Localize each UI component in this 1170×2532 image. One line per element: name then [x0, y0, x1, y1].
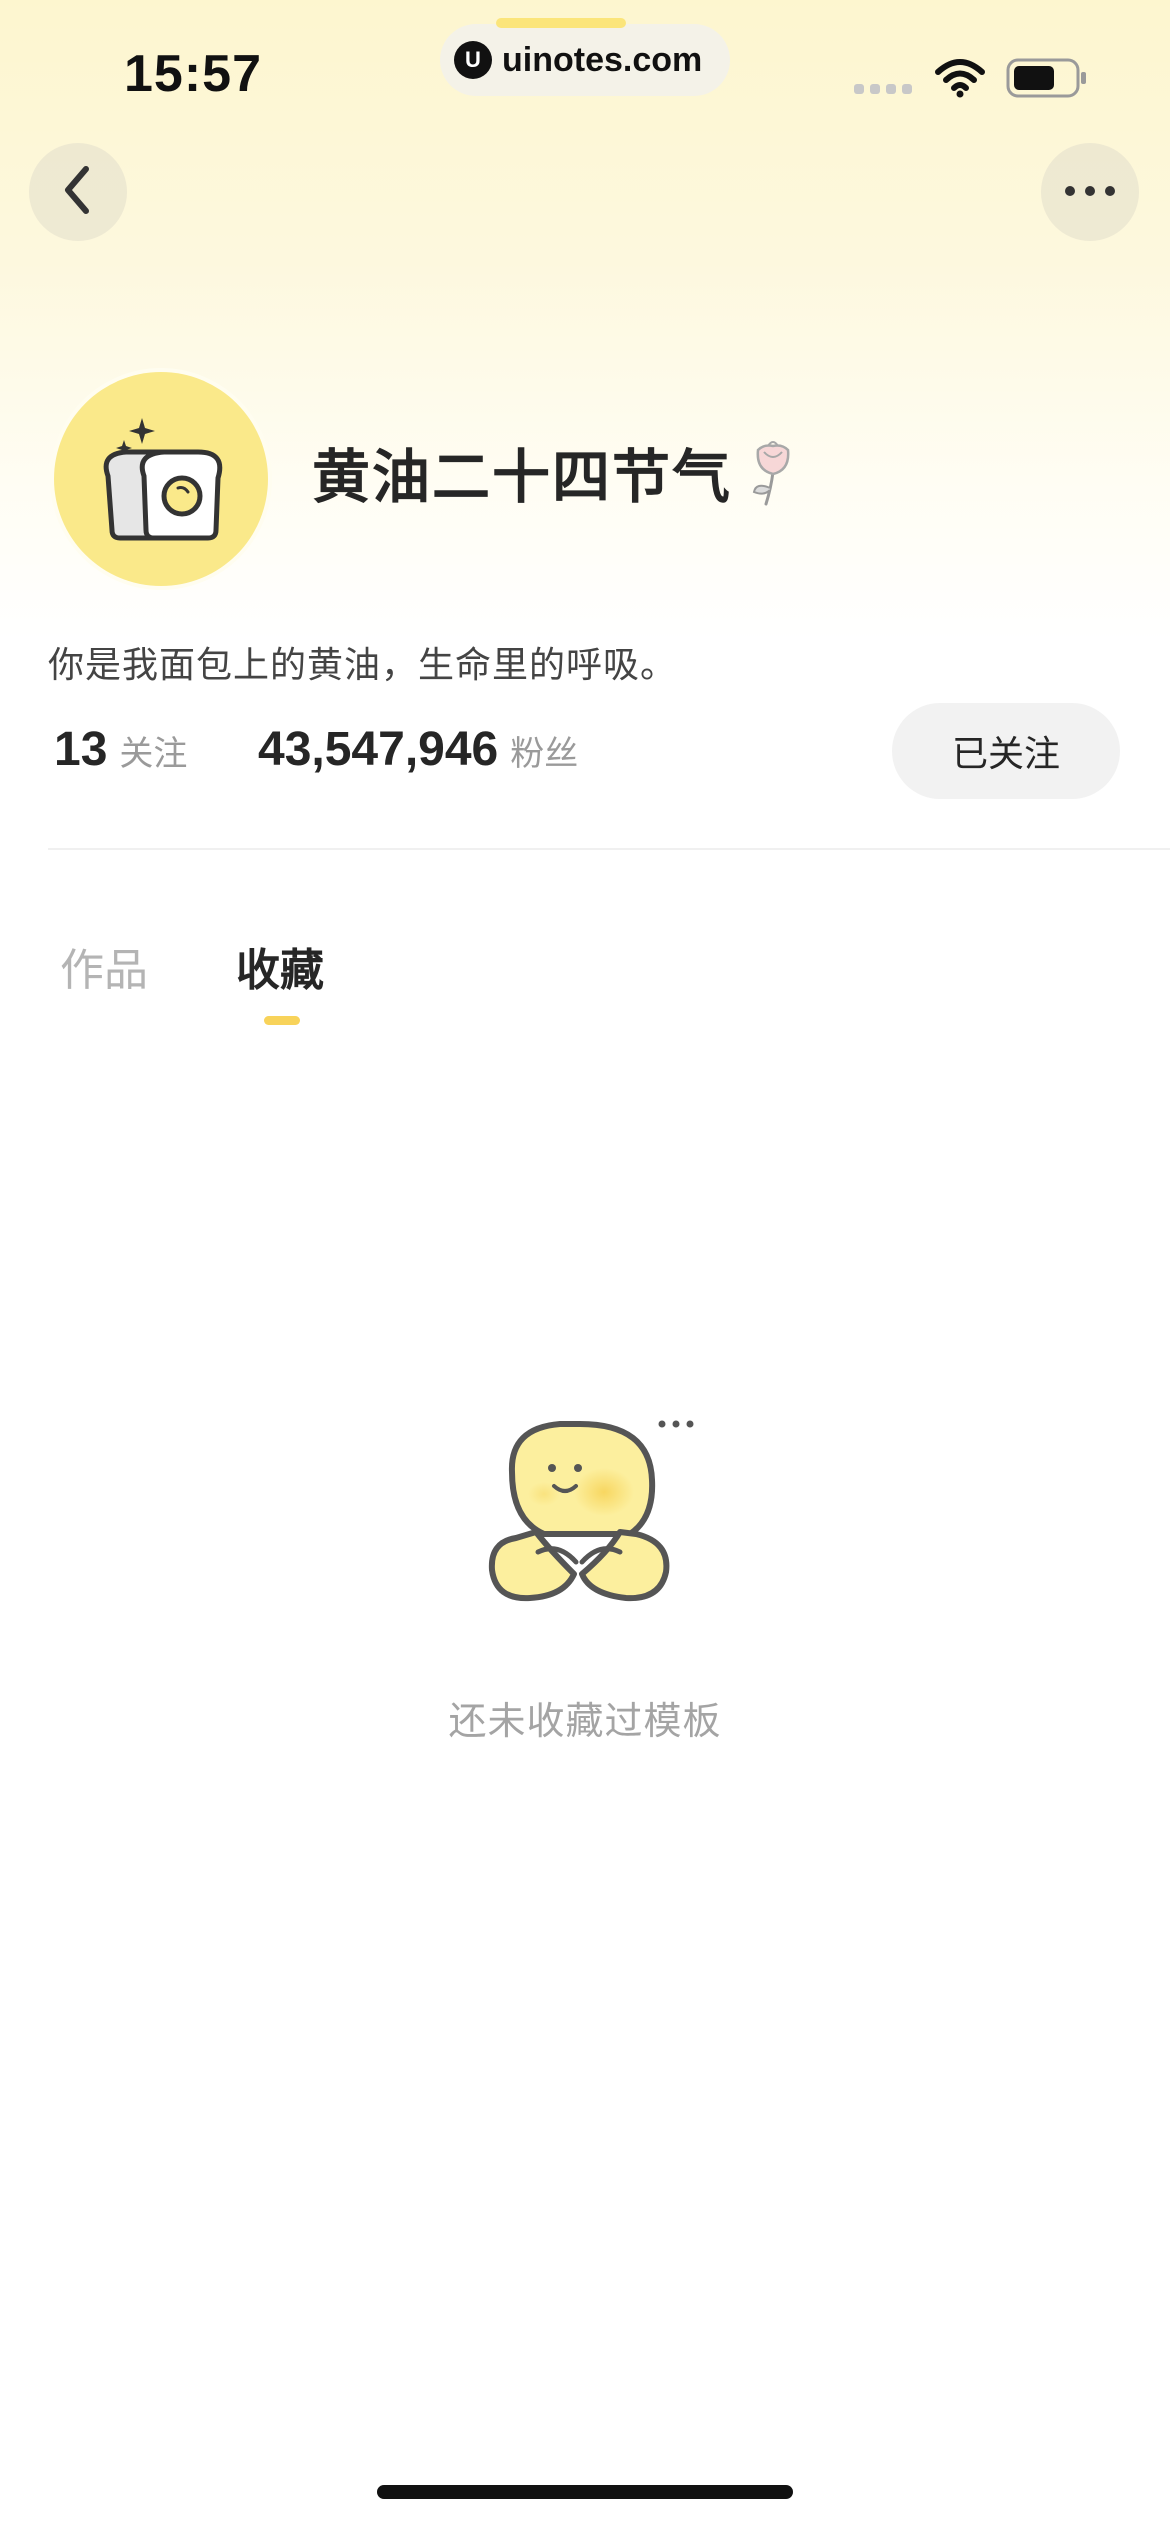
username: 黄油二十四节气	[312, 443, 733, 511]
rose-icon	[746, 432, 800, 512]
tab-favorites[interactable]: 收藏	[236, 934, 324, 998]
following-stat[interactable]: 13 关注	[54, 722, 187, 777]
empty-state-message: 还未收藏过模板	[448, 1699, 722, 1743]
status-time: 15:57	[124, 45, 262, 103]
battery-icon	[1006, 58, 1088, 102]
following-label: 关注	[119, 734, 188, 774]
back-button[interactable]	[29, 143, 127, 241]
followers-label: 粉丝	[510, 734, 579, 774]
signal-icon	[854, 84, 912, 94]
bread-toast-icon	[86, 402, 236, 556]
ellipsis-icon	[1063, 183, 1117, 202]
followers-stat[interactable]: 43,547,946 粉丝	[258, 722, 578, 777]
follow-button[interactable]: 已关注	[892, 703, 1120, 799]
tab-works[interactable]: 作品	[60, 934, 148, 998]
more-button[interactable]	[1041, 143, 1139, 241]
site-logo-icon: U	[454, 41, 492, 79]
url-text: uinotes.com	[502, 40, 703, 79]
avatar[interactable]	[54, 372, 268, 586]
wifi-icon	[934, 58, 986, 102]
profile-bio: 你是我面包上的黄油，生命里的呼吸。	[48, 645, 678, 686]
divider	[48, 848, 1170, 850]
following-count: 13	[54, 723, 108, 776]
butter-mascot-icon	[480, 1402, 710, 1626]
chevron-left-icon	[58, 163, 98, 221]
active-tab-indicator	[264, 1016, 300, 1025]
followers-count: 43,547,946	[258, 723, 499, 776]
url-pill[interactable]: U uinotes.com	[440, 18, 730, 96]
username-row: 黄油二十四节气	[312, 430, 800, 514]
home-indicator[interactable]	[377, 2485, 793, 2499]
dynamic-island-highlight	[496, 18, 626, 28]
